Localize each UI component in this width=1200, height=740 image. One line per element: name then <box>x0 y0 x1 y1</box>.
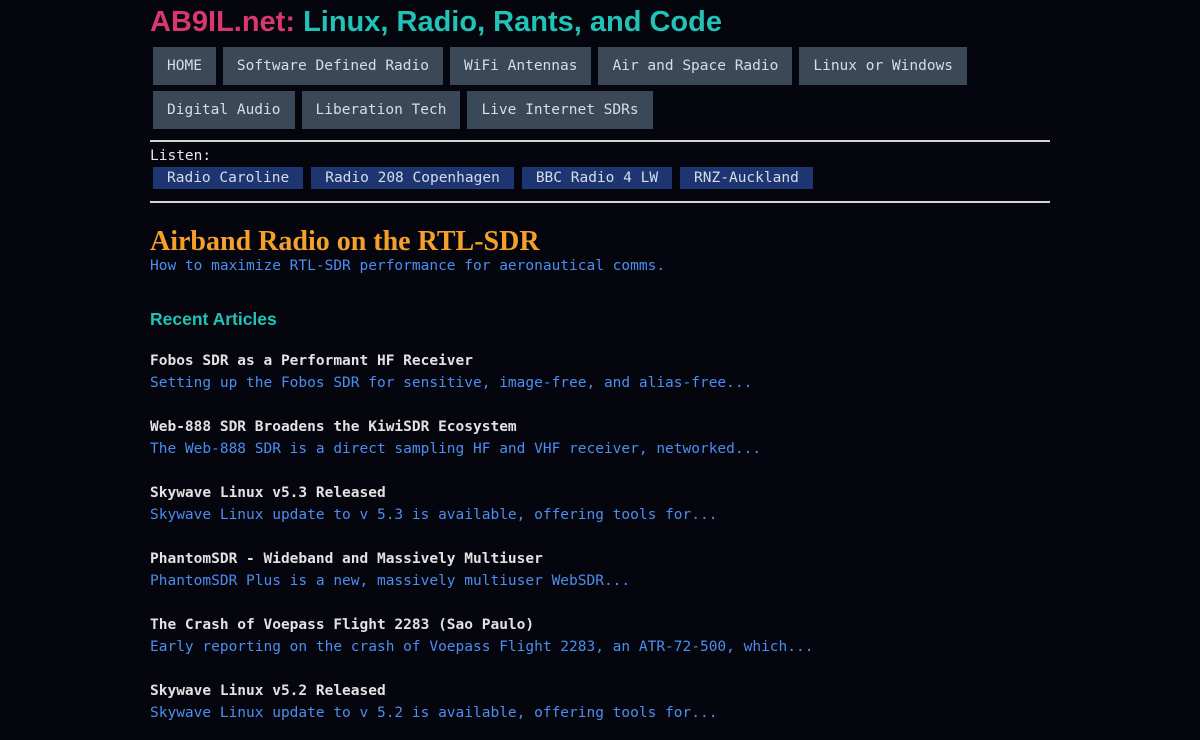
nav-liberation-tech-button[interactable]: Liberation Tech <box>301 91 461 129</box>
station-radio-caroline-button[interactable]: Radio Caroline <box>153 167 304 189</box>
station-rnz-auckland-button[interactable]: RNZ-Auckland <box>680 167 813 189</box>
article-summary: The Web-888 SDR is a direct sampling HF … <box>150 441 762 457</box>
listen-stations: Radio Caroline Radio 208 Copenhagen BBC … <box>153 167 813 189</box>
recent-articles-list: Fobos SDR as a Performant HF Receiver Se… <box>150 350 1050 740</box>
site-tagline: Linux, Radio, Rants, and Code <box>303 6 722 38</box>
nav-software-defined-radio-button[interactable]: Software Defined Radio <box>222 47 443 85</box>
list-item: Fobos SDR as a Performant HF Receiver Se… <box>150 350 1050 416</box>
list-item: Web-888 SDR Broadens the KiwiSDR Ecosyst… <box>150 416 1050 482</box>
main-nav: HOME Software Defined Radio WiFi Antenna… <box>153 47 1053 135</box>
nav-live-internet-sdrs-button[interactable]: Live Internet SDRs <box>467 91 653 129</box>
recent-articles-heading: Recent Articles <box>150 309 277 329</box>
article-title-link[interactable]: Skywave Linux v5.2 Released <box>150 680 1050 702</box>
feature-article-title[interactable]: Airband Radio on the RTL-SDR <box>150 225 540 259</box>
nav-digital-audio-button[interactable]: Digital Audio <box>153 91 295 129</box>
list-item: Skywave Linux v5.3 Released Skywave Linu… <box>150 482 1050 548</box>
list-item: Skywave Linux v5.2 Released Skywave Linu… <box>150 680 1050 740</box>
article-title-link[interactable]: Fobos SDR as a Performant HF Receiver <box>150 350 1050 372</box>
site-brand[interactable]: AB9IL.net: <box>150 6 295 38</box>
listen-label: Listen: <box>150 148 212 164</box>
article-summary: Skywave Linux update to v 5.2 is availab… <box>150 705 718 721</box>
article-title-link[interactable]: Skywave Linux v5.3 Released <box>150 482 1050 504</box>
station-bbc-radio-4-lw-button[interactable]: BBC Radio 4 LW <box>521 167 673 189</box>
feature-article-subtitle: How to maximize RTL-SDR performance for … <box>150 258 666 274</box>
nav-home-button[interactable]: HOME <box>153 47 216 85</box>
main-nav-row-2: Digital Audio Liberation Tech Live Inter… <box>153 91 1053 129</box>
article-summary: PhantomSDR Plus is a new, massively mult… <box>150 573 631 589</box>
main-nav-row-1: HOME Software Defined Radio WiFi Antenna… <box>153 47 1053 85</box>
article-title-link[interactable]: The Crash of Voepass Flight 2283 (Sao Pa… <box>150 614 1050 636</box>
top-divider <box>150 140 1050 142</box>
article-title-link[interactable]: PhantomSDR - Wideband and Massively Mult… <box>150 548 1050 570</box>
station-radio-208-copenhagen-button[interactable]: Radio 208 Copenhagen <box>311 167 514 189</box>
nav-air-and-space-radio-button[interactable]: Air and Space Radio <box>598 47 793 85</box>
site-title[interactable]: AB9IL.net: Linux, Radio, Rants, and Code <box>150 4 722 40</box>
article-summary: Skywave Linux update to v 5.3 is availab… <box>150 507 718 523</box>
article-title-link[interactable]: Web-888 SDR Broadens the KiwiSDR Ecosyst… <box>150 416 1050 438</box>
article-summary: Early reporting on the crash of Voepass … <box>150 639 814 655</box>
nav-linux-or-windows-button[interactable]: Linux or Windows <box>799 47 968 85</box>
nav-wifi-antennas-button[interactable]: WiFi Antennas <box>449 47 592 85</box>
list-item: The Crash of Voepass Flight 2283 (Sao Pa… <box>150 614 1050 680</box>
article-summary: Setting up the Fobos SDR for sensitive, … <box>150 375 753 391</box>
list-item: PhantomSDR - Wideband and Massively Mult… <box>150 548 1050 614</box>
bottom-divider <box>150 201 1050 203</box>
